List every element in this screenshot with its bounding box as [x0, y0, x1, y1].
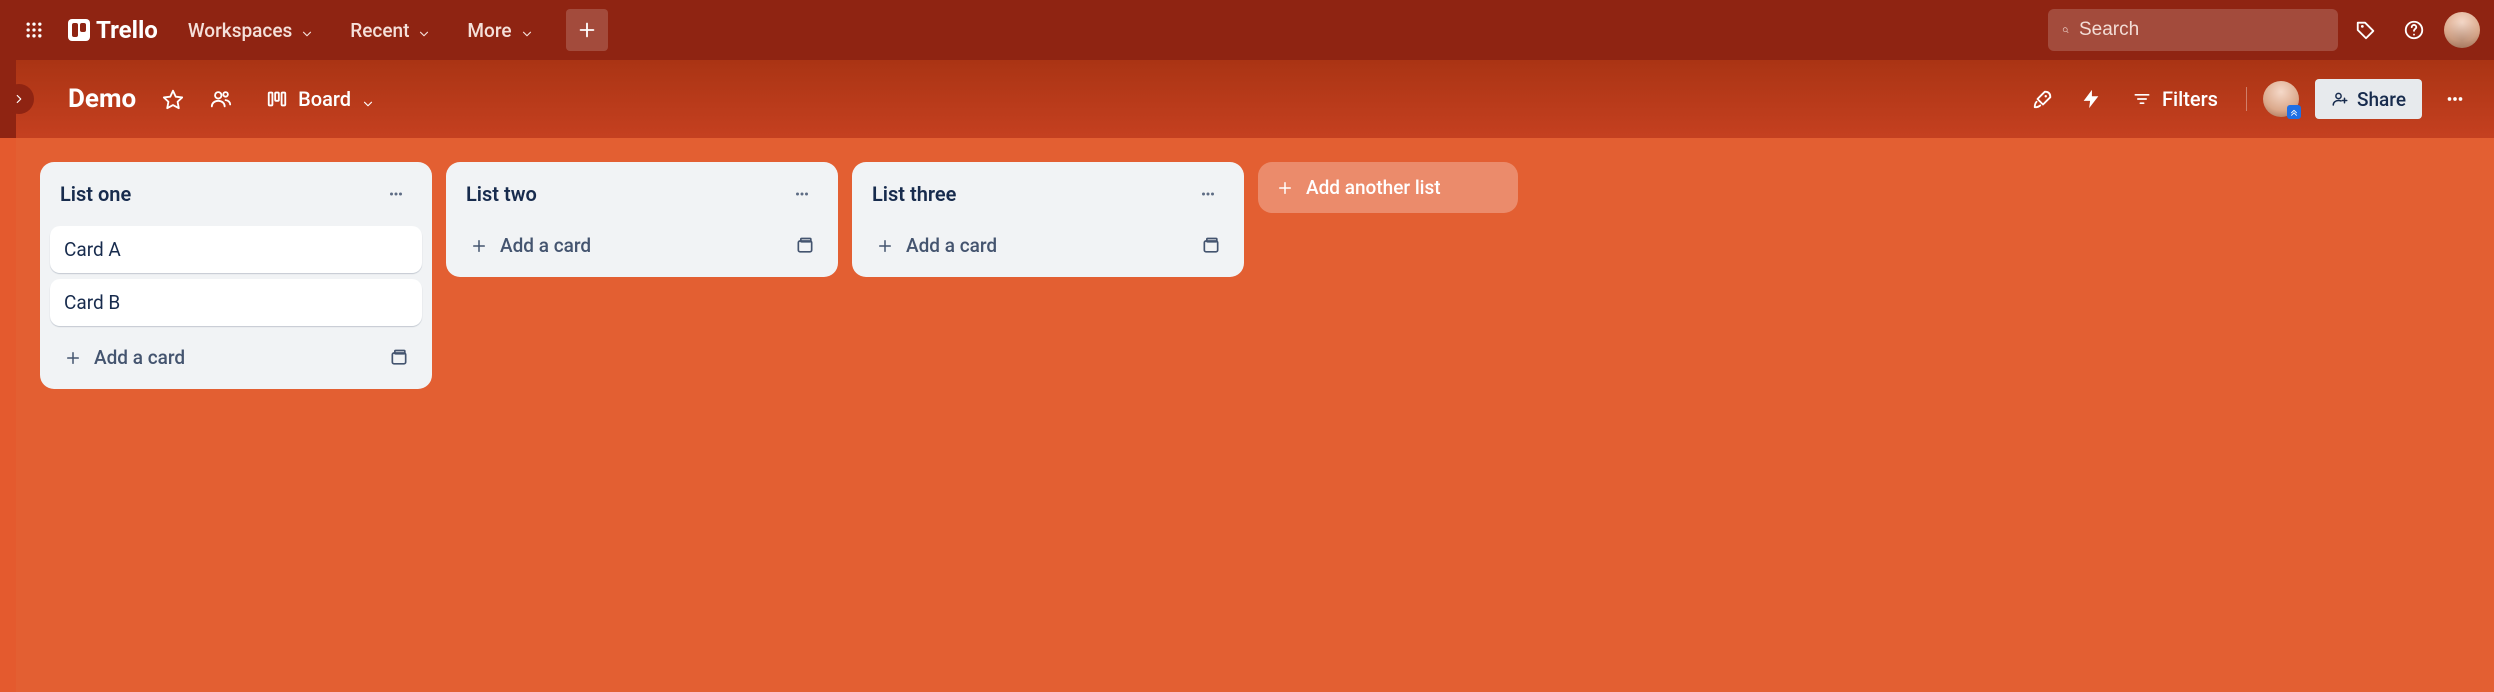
list-title[interactable]: List three — [872, 182, 956, 206]
card-template-button[interactable] — [382, 341, 416, 375]
more-label: More — [467, 19, 511, 42]
create-button[interactable] — [566, 9, 608, 51]
list-footer: Add a card — [456, 220, 828, 267]
star-icon — [162, 88, 184, 110]
card-template-button[interactable] — [1194, 229, 1228, 263]
search-box[interactable] — [2048, 9, 2338, 51]
workspaces-label: Workspaces — [188, 19, 292, 42]
chevron-down-icon — [520, 23, 534, 37]
help-button[interactable] — [2394, 10, 2434, 50]
plus-icon — [470, 237, 488, 255]
list-actions-button[interactable] — [1192, 178, 1224, 210]
search-icon — [2062, 20, 2069, 40]
list-footer: Add a card — [50, 332, 422, 379]
view-switcher[interactable]: Board — [256, 80, 385, 118]
people-icon — [210, 88, 232, 110]
apps-icon — [24, 20, 44, 40]
chevron-right-icon — [12, 92, 26, 106]
filters-label: Filters — [2162, 87, 2218, 111]
list-header: List three — [862, 174, 1234, 220]
dots-icon — [2444, 88, 2466, 110]
list-header: List one — [50, 174, 422, 220]
card-template-button[interactable] — [788, 229, 822, 263]
apps-switcher[interactable] — [14, 10, 54, 50]
chevron-down-icon — [417, 23, 431, 37]
filter-icon — [2132, 89, 2152, 109]
board-title[interactable]: Demo — [60, 80, 144, 118]
list-title[interactable]: List one — [60, 182, 131, 206]
board-icon — [266, 88, 288, 110]
list-actions-button[interactable] — [380, 178, 412, 210]
brand-name: Trello — [96, 16, 158, 44]
bolt-icon — [2080, 88, 2102, 110]
sidebar-expand-button[interactable] — [4, 84, 34, 114]
user-add-icon — [2331, 90, 2349, 108]
template-icon — [389, 348, 409, 368]
add-card-label: Add a card — [906, 234, 997, 257]
add-card-label: Add a card — [500, 234, 591, 257]
plus-icon — [876, 237, 894, 255]
dots-icon — [1199, 185, 1217, 203]
list-header: List two — [456, 174, 828, 220]
account-avatar[interactable] — [2444, 12, 2480, 48]
powerups-button[interactable] — [2024, 80, 2062, 118]
card[interactable]: Card A — [50, 226, 422, 273]
top-nav: Trello Workspaces Recent More — [0, 0, 2494, 60]
board-canvas[interactable]: List one Card A Card B Add a card List two Ad… — [16, 138, 2494, 692]
admin-badge-icon — [2287, 105, 2301, 119]
trello-logo-icon — [68, 19, 90, 41]
list-footer: Add a card — [862, 220, 1234, 267]
workspace-visibility-button[interactable] — [202, 80, 240, 118]
chevron-down-icon — [361, 92, 375, 106]
board-header-wrap: Demo Board Filters Share — [0, 60, 2494, 138]
recent-label: Recent — [350, 19, 409, 42]
help-icon — [2403, 19, 2425, 41]
template-icon — [795, 236, 815, 256]
add-card-button[interactable]: Add a card — [868, 228, 1194, 263]
dots-icon — [793, 185, 811, 203]
share-button[interactable]: Share — [2315, 79, 2422, 119]
recent-menu[interactable]: Recent — [334, 10, 447, 50]
automation-button[interactable] — [2072, 80, 2110, 118]
sidebar-rail — [0, 60, 16, 138]
filters-button[interactable]: Filters — [2120, 80, 2230, 118]
trello-logo[interactable]: Trello — [58, 10, 168, 50]
add-list-button[interactable]: Add another list — [1258, 162, 1518, 213]
list-title[interactable]: List two — [466, 182, 537, 206]
view-label: Board — [298, 87, 351, 111]
template-icon — [1201, 236, 1221, 256]
list: List one Card A Card B Add a card — [40, 162, 432, 389]
add-card-button[interactable]: Add a card — [462, 228, 788, 263]
divider — [2246, 87, 2247, 111]
plus-icon — [1276, 179, 1294, 197]
list: List two Add a card — [446, 162, 838, 277]
dots-icon — [387, 185, 405, 203]
more-menu[interactable]: More — [451, 10, 549, 50]
add-list-label: Add another list — [1306, 176, 1441, 199]
tag-icon — [2355, 19, 2377, 41]
share-label: Share — [2357, 88, 2406, 111]
add-card-button[interactable]: Add a card — [56, 340, 382, 375]
list-actions-button[interactable] — [786, 178, 818, 210]
board-member-avatar[interactable] — [2263, 81, 2299, 117]
board-header: Demo Board Filters Share — [16, 60, 2494, 138]
add-card-label: Add a card — [94, 346, 185, 369]
star-board-button[interactable] — [154, 80, 192, 118]
list: List three Add a card — [852, 162, 1244, 277]
board-menu-button[interactable] — [2436, 80, 2474, 118]
plus-icon — [64, 349, 82, 367]
workspaces-menu[interactable]: Workspaces — [172, 10, 330, 50]
card[interactable]: Card B — [50, 279, 422, 326]
rocket-icon — [2032, 88, 2054, 110]
plus-icon — [576, 19, 598, 41]
search-input[interactable] — [2079, 19, 2324, 41]
notifications-button[interactable] — [2346, 10, 2386, 50]
chevron-down-icon — [300, 23, 314, 37]
